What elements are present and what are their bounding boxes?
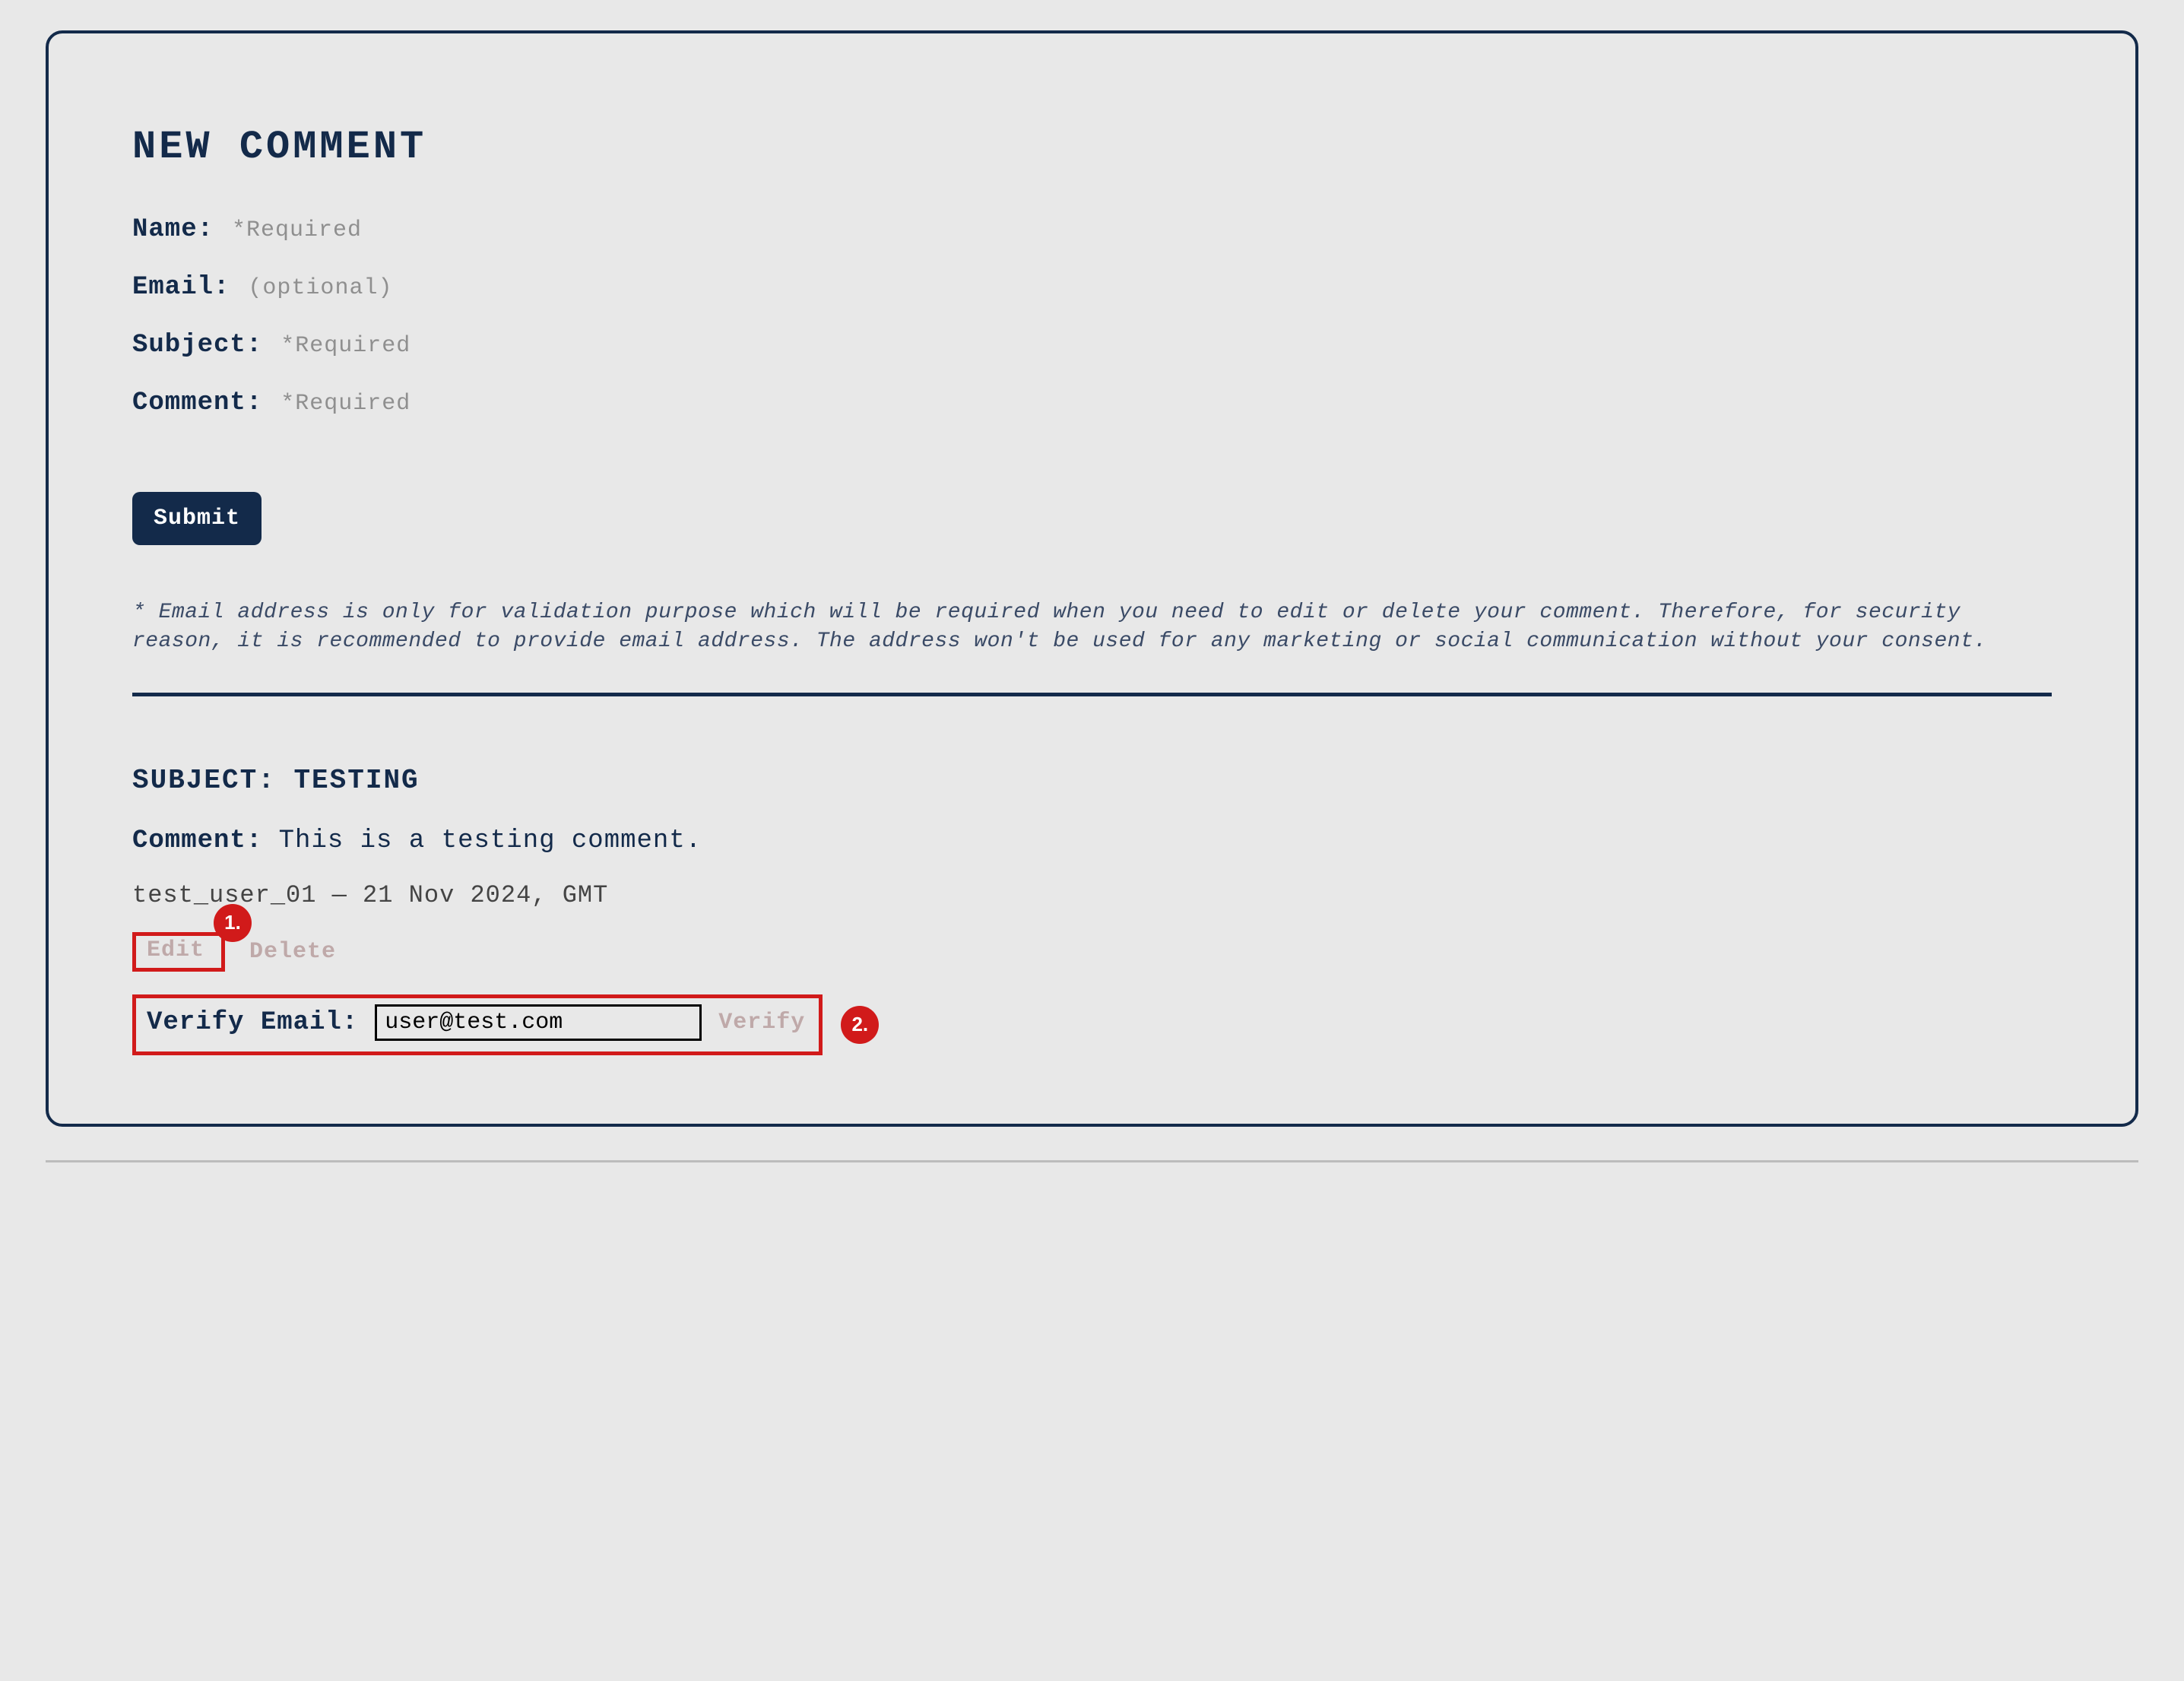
existing-meta: test_user_01 — 21 Nov 2024, GMT (132, 881, 2052, 909)
email-disclaimer: * Email address is only for validation p… (132, 598, 2052, 656)
verify-email-input[interactable] (375, 1004, 702, 1041)
subject-hint: *Required (281, 333, 410, 359)
edit-link[interactable]: Edit (147, 937, 204, 963)
name-label: Name: (132, 215, 214, 244)
callout-badge-1: 1. (214, 904, 252, 942)
verify-email-label: Verify Email: (147, 1008, 358, 1037)
comment-panel: NEW COMMENT Name: *Required Email: (opti… (46, 30, 2138, 1127)
existing-comment-label: Comment: (132, 826, 262, 855)
subject-prefix: SUBJECT: (132, 765, 276, 796)
submit-button[interactable]: Submit (132, 492, 262, 545)
delete-link[interactable]: Delete (249, 939, 336, 965)
existing-comment-value: This is a testing comment. (279, 826, 702, 855)
comment-actions: Edit 1. Delete (132, 932, 2052, 972)
field-row-subject: Subject: *Required (132, 331, 2052, 360)
field-row-name: Name: *Required (132, 215, 2052, 244)
comment-hint: *Required (281, 391, 410, 417)
panel-title: NEW COMMENT (132, 125, 2052, 170)
email-label: Email: (132, 273, 230, 302)
verify-highlight-box: Verify Email: Verify (132, 994, 823, 1055)
edit-highlight-box: Edit 1. (132, 932, 225, 972)
comment-label: Comment: (132, 389, 262, 417)
subject-value: TESTING (293, 765, 419, 796)
subject-label: Subject: (132, 331, 262, 360)
existing-subject: SUBJECT: TESTING (132, 765, 2052, 796)
callout-badge-2: 2. (841, 1006, 879, 1044)
section-divider (132, 693, 2052, 696)
verify-link[interactable]: Verify (718, 1010, 805, 1036)
field-row-comment: Comment: *Required (132, 389, 2052, 417)
name-hint: *Required (232, 217, 362, 243)
existing-comment: Comment: This is a testing comment. (132, 826, 2052, 855)
field-row-email: Email: (optional) (132, 273, 2052, 302)
page-bottom-rule (46, 1160, 2138, 1162)
email-hint: (optional) (248, 275, 392, 301)
